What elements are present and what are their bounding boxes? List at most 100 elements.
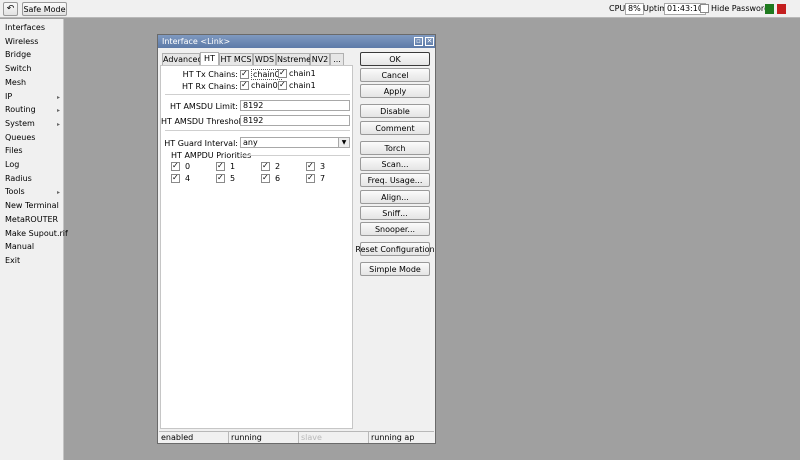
checkbox-box (216, 173, 225, 183)
ampdu-priority-5-checkbox[interactable]: 5 (216, 173, 235, 183)
menu-item-metarouter[interactable]: MetaROUTER (0, 213, 64, 226)
window-title: Interface <Link> (162, 37, 231, 46)
align-button[interactable]: Align... (360, 190, 430, 204)
rx-chain0-checkbox[interactable]: chain0 (240, 80, 278, 90)
menu-item-label: Queues (5, 132, 36, 142)
menu-item-queues[interactable]: Queues (0, 131, 64, 144)
simple-mode-button[interactable]: Simple Mode (360, 262, 430, 276)
restore-icon[interactable]: ▫ (414, 37, 423, 46)
tx-chain1-label: chain1 (289, 69, 316, 78)
amsdu-threshold-input[interactable]: 8192 (240, 115, 350, 126)
safe-mode-button[interactable]: Safe Mode (22, 2, 67, 16)
menu-item-exit[interactable]: Exit (0, 254, 64, 267)
menu-item-make-supout-rif[interactable]: Make Supout.rif (0, 227, 68, 240)
ampdu-priority-4-checkbox[interactable]: 4 (171, 173, 190, 183)
button-label: Comment (375, 123, 415, 133)
menu-item-files[interactable]: Files (0, 144, 64, 157)
reset-configuration-button[interactable]: Reset Configuration (355, 242, 435, 256)
scan-button[interactable]: Scan... (360, 157, 430, 171)
menu-item-tools[interactable]: Tools ▸ (0, 185, 64, 198)
menu-item-new-terminal[interactable]: New Terminal (0, 199, 64, 212)
tab-ht-mcs[interactable]: HT MCS (219, 53, 253, 65)
ampdu-priority-1-checkbox[interactable]: 1 (216, 161, 236, 171)
submenu-arrow-icon: ▸ (56, 93, 60, 101)
torch-button[interactable]: Torch (360, 141, 430, 155)
menu-item-label: Routing (5, 105, 36, 115)
separator (165, 130, 350, 131)
tab-label: HT MCS (220, 55, 252, 64)
comment-button[interactable]: Comment (360, 121, 430, 135)
tab-wds[interactable]: WDS (253, 53, 276, 65)
status-enabled: enabled (159, 432, 229, 443)
ampdu-priority-2-checkbox[interactable]: 2 (261, 161, 281, 171)
amsdu-limit-label: HT AMSDU Limit: (170, 102, 238, 111)
window-status-bar: enabled running slave running ap (159, 431, 434, 443)
amsdu-limit-input[interactable]: 8192 (240, 100, 350, 111)
apply-button[interactable]: Apply (360, 84, 430, 98)
status-slave: slave (299, 432, 369, 443)
tab-advanced[interactable]: Advanced (162, 53, 203, 65)
menu-item-switch[interactable]: Switch (0, 62, 64, 75)
menu-item-manual[interactable]: Manual (0, 240, 64, 253)
separator (241, 155, 350, 156)
menu-item-wireless[interactable]: Wireless (0, 35, 64, 48)
menu-item-label: Make Supout.rif (5, 228, 68, 238)
menu-item-ip[interactable]: IP ▸ (0, 90, 64, 103)
button-label: Scan... (381, 159, 409, 169)
undo-button[interactable]: ↶ (3, 2, 18, 16)
menu-item-label: Tools (5, 187, 25, 197)
menu-item-interfaces[interactable]: Interfaces (0, 21, 64, 34)
menu-item-routing[interactable]: Routing ▸ (0, 103, 64, 116)
hide-passwords-checkbox[interactable] (700, 4, 709, 13)
ht-tx-chains-label: HT Tx Chains: (182, 70, 238, 79)
ampdu-priority-3-checkbox[interactable]: 3 (306, 161, 325, 171)
status-indicator-green (765, 4, 774, 14)
tab-more[interactable]: ... (330, 53, 344, 65)
menu-item-log[interactable]: Log (0, 158, 64, 171)
freq-usage-button[interactable]: Freq. Usage... (360, 173, 430, 187)
ok-button[interactable]: OK (360, 52, 430, 66)
status-running-ap: running ap (371, 433, 415, 442)
cancel-button[interactable]: Cancel (360, 68, 430, 82)
menu-item-bridge[interactable]: Bridge (0, 48, 64, 61)
checkbox-box (216, 161, 225, 171)
ampdu-priority-7-checkbox[interactable]: 7 (306, 173, 326, 183)
guard-interval-select[interactable]: any ▼ (240, 137, 350, 148)
tx-chain0-checkbox[interactable]: chain0 (240, 69, 282, 80)
safe-mode-label: Safe Mode (23, 4, 66, 14)
window-title-bar[interactable]: Interface <Link> ▫ ✕ (158, 35, 435, 48)
tab-ht[interactable]: HT (200, 52, 219, 65)
tab-nv2[interactable]: NV2 (310, 53, 330, 65)
priority-label: 2 (275, 162, 281, 171)
button-label: Torch (384, 143, 406, 153)
ampdu-priority-6-checkbox[interactable]: 6 (261, 173, 280, 183)
rx-chain1-checkbox[interactable]: chain1 (278, 80, 316, 90)
menu-item-system[interactable]: System ▸ (0, 117, 64, 130)
priority-label: 7 (320, 174, 326, 183)
tab-label: WDS (254, 55, 275, 64)
tab-label: ... (333, 55, 341, 64)
ampdu-priority-0-checkbox[interactable]: 0 (171, 161, 190, 171)
tab-nstreme[interactable]: Nstreme (276, 53, 311, 65)
tx-chain1-checkbox[interactable]: chain1 (278, 68, 316, 78)
menu-item-label: Switch (5, 64, 32, 74)
ampdu-priorities-title: HT AMPDU Priorities (171, 151, 252, 160)
button-label: Simple Mode (369, 264, 421, 274)
button-label: Freq. Usage... (367, 175, 423, 185)
submenu-arrow-icon: ▸ (56, 107, 60, 115)
rx-chain1-label: chain1 (289, 81, 316, 90)
menu-item-radius[interactable]: Radius (0, 172, 64, 185)
button-label: Apply (383, 86, 407, 96)
priority-label: 1 (230, 162, 236, 171)
menu-item-mesh[interactable]: Mesh (0, 76, 64, 89)
disable-button[interactable]: Disable (360, 104, 430, 118)
undo-icon: ↶ (6, 4, 15, 14)
tab-label: NV2 (311, 55, 329, 64)
close-icon[interactable]: ✕ (425, 37, 434, 46)
menu-item-label: Radius (5, 173, 32, 183)
sniff-button[interactable]: Sniff... (360, 206, 430, 220)
checkbox-box (240, 80, 249, 90)
menu-item-label: Wireless (5, 36, 39, 46)
snooper-button[interactable]: Snooper... (360, 222, 430, 236)
dropdown-arrow-icon[interactable]: ▼ (338, 138, 349, 147)
